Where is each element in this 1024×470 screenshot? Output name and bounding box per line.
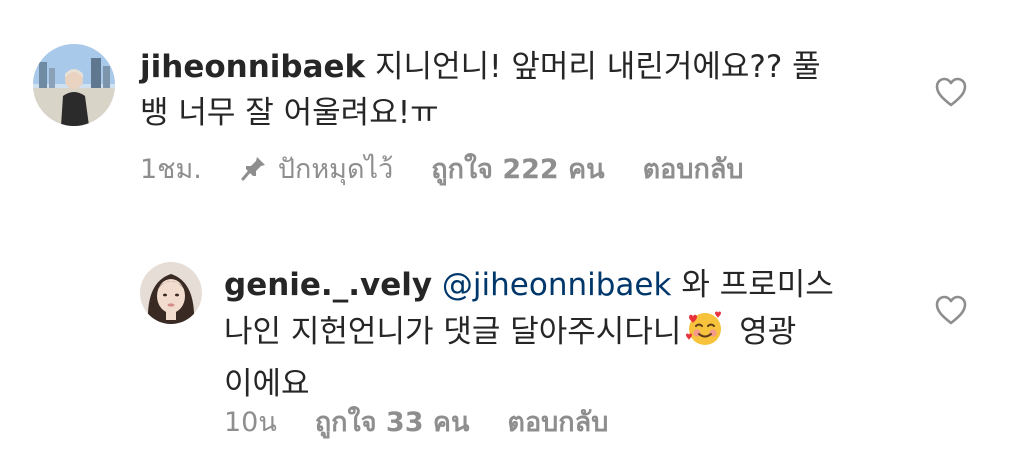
- comment-line: 뱅 너무 잘 어울려요!ㅠ: [140, 90, 900, 136]
- comment-body: 지니언니! 앞머리 내린거에요?? 풀: [375, 49, 821, 85]
- avatar[interactable]: [140, 262, 202, 324]
- heart-outline-icon[interactable]: [934, 76, 968, 108]
- comment-text: genie._.vely @jiheonnibaek 와 프로미스 나인 지헌언…: [224, 262, 924, 407]
- comment-body: 와 프로미스: [681, 267, 834, 303]
- pinned-indicator: ปักหมุดไว้: [240, 147, 393, 190]
- comment-body: 뱅 너무 잘 어울려요!ㅠ: [140, 95, 439, 131]
- comment-meta: 10น ถูกใจ 33 คน ตอบกลับ: [224, 403, 646, 439]
- heart-outline-icon[interactable]: [934, 294, 968, 326]
- reply-button[interactable]: ตอบกลับ: [507, 400, 608, 443]
- pinned-label: ปักหมุดไว้: [277, 153, 394, 185]
- avatar-photo-icon: [140, 262, 202, 324]
- comment-body: 나인 지헌언니가 댓글 달아주시다니: [224, 314, 682, 350]
- comment-username[interactable]: genie._.vely: [224, 267, 432, 303]
- mention-link[interactable]: @jiheonnibaek: [442, 267, 672, 303]
- smiling-face-with-hearts-icon: [685, 308, 725, 361]
- comment-time: 10น: [224, 406, 277, 438]
- comment-line: 나인 지헌언니가 댓글 달아주시다니 영광: [224, 308, 924, 361]
- comment-meta: 1ชม. ปักหมุดไว้ ถูกใจ 222 คน ตอบกลับ: [140, 150, 782, 186]
- likes-count[interactable]: ถูกใจ 222 คน: [431, 147, 604, 190]
- avatar[interactable]: [33, 44, 115, 126]
- avatar-photo-icon: [33, 44, 115, 126]
- comment-time: 1ชม.: [140, 153, 202, 185]
- pin-icon: [241, 157, 265, 181]
- likes-count[interactable]: ถูกใจ 33 คน: [315, 400, 470, 443]
- reply-button[interactable]: ตอบกลับ: [643, 147, 744, 190]
- comment-username[interactable]: jiheonnibaek: [140, 49, 365, 85]
- comment-text: jiheonnibaek 지니언니! 앞머리 내린거에요?? 풀 뱅 너무 잘 …: [140, 44, 900, 136]
- comment-body: 영광: [739, 314, 797, 350]
- comment-line: genie._.vely @jiheonnibaek 와 프로미스: [224, 262, 924, 308]
- comment-body: 이에요: [224, 366, 310, 402]
- comment-line: jiheonnibaek 지니언니! 앞머리 내린거에요?? 풀: [140, 44, 900, 90]
